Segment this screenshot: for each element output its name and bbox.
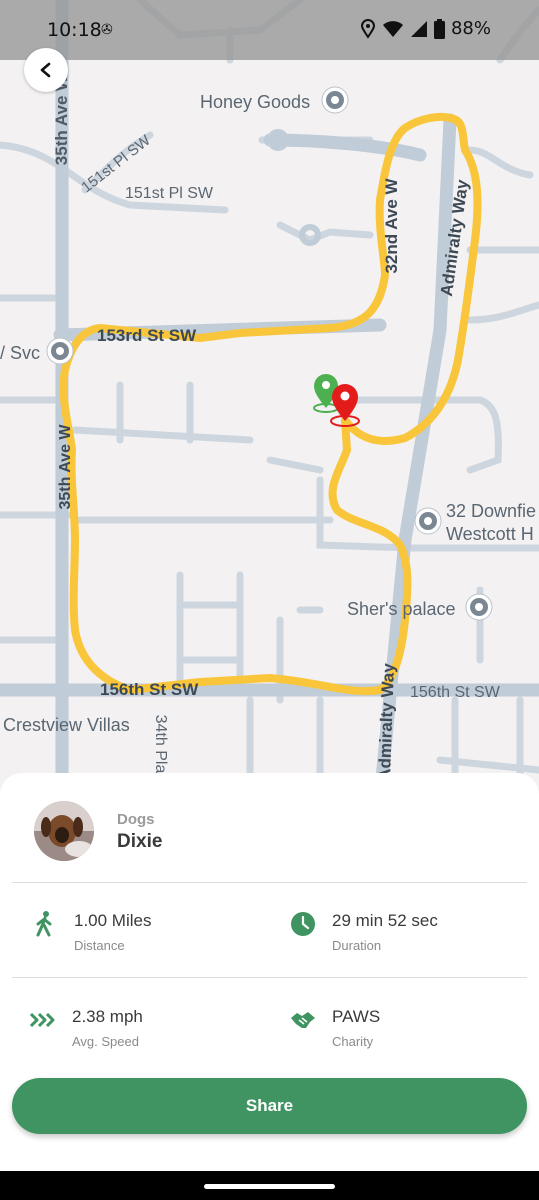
dog-category: Dogs [117,811,155,828]
status-bar: 10:18 ✇ 88% [0,0,539,60]
map-canvas [0,0,539,800]
handshake-icon [290,1007,316,1033]
poi-shers-palace[interactable]: Sher's palace [347,599,456,620]
distance-label: Distance [74,938,125,953]
back-button[interactable] [24,48,68,92]
speed-label: Avg. Speed [72,1034,139,1049]
charity-value: PAWS [332,1007,381,1026]
divider [12,882,527,883]
walking-icon [32,911,58,937]
dog-avatar[interactable] [34,801,94,861]
street-label-151st-pl: 151st Pl SW [125,185,214,202]
street-label-34th-pl: 34th Pla [152,714,169,774]
wifi-icon [382,20,403,37]
street-label-156th-st-left: 156th St SW [100,680,199,699]
street-label-admiralty-bottom: Admiralty Way [374,662,399,782]
status-icons: 88% [360,18,491,39]
street-label-35th-ave-mid: 35th Ave W [57,424,74,510]
charity-label: Charity [332,1034,374,1049]
street-label-32nd-ave: 32nd Ave W [382,178,401,274]
poi-westcott[interactable]: Westcott H [446,524,534,545]
dog-name: Dixie [117,831,163,852]
route-map[interactable]: 35th Ave W 151st Pl SW 151st Pl SW 153rd… [0,0,539,800]
clock-icon [290,911,316,937]
system-nav-bar [0,1171,539,1200]
duration-label: Duration [332,938,382,953]
chevron-left-icon [40,62,51,78]
poi-honey-goods[interactable]: Honey Goods [200,92,310,113]
street-label-156th-st-right: 156th St SW [410,684,500,701]
cellular-signal-icon [410,20,427,37]
home-indicator[interactable] [204,1184,335,1189]
poi-svc[interactable]: / Svc [0,343,40,364]
location-icon [360,18,375,39]
dog-photo [34,801,94,861]
notification-icon: ✇ [101,21,113,37]
street-label-153rd-st: 153rd St SW [97,326,197,345]
speed-value: 2.38 mph [72,1007,143,1026]
speed-chevrons-icon [30,1007,56,1033]
walk-summary-sheet: Dogs Dixie 1.00 Miles Distance 29 min 52… [0,773,539,1171]
poi-crestview-villas[interactable]: Crestview Villas [3,715,130,736]
poi-downfield[interactable]: 32 Downfie [446,501,536,522]
duration-value: 29 min 52 sec [332,911,438,930]
battery-percentage: 88% [450,18,491,39]
share-button[interactable]: Share [12,1078,527,1134]
status-time: 10:18 [47,19,102,41]
distance-value: 1.00 Miles [74,911,152,930]
battery-icon [433,18,445,39]
divider [12,977,527,978]
